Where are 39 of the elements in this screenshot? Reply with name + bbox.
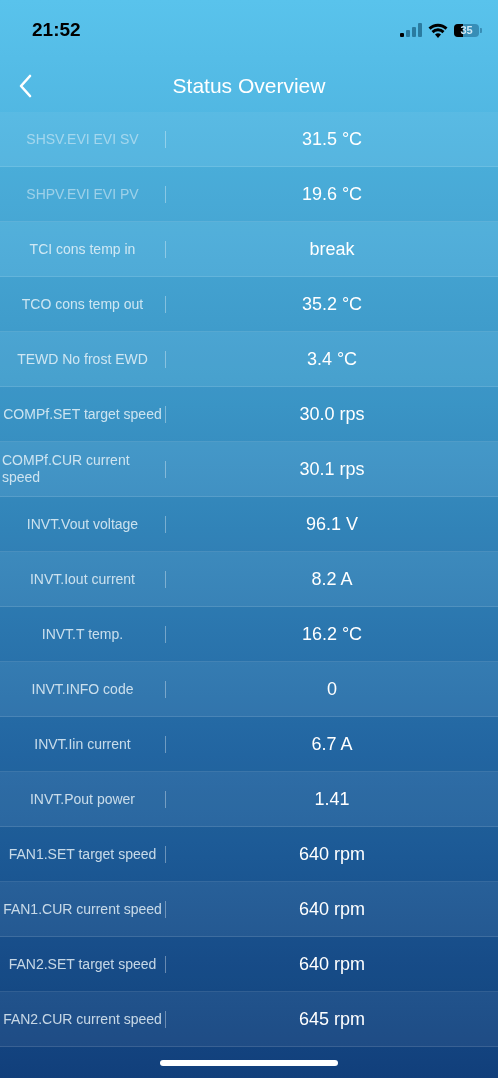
row-value: 30.1 rps bbox=[299, 458, 365, 480]
row-value: 16.2 °C bbox=[301, 623, 363, 645]
row-label: COMPf.SET target speed bbox=[3, 405, 162, 423]
row-label: INVT.Vout voltage bbox=[26, 515, 139, 533]
row-value: 19.6 °C bbox=[301, 183, 363, 205]
row-label: SHSV.EVI EVI SV bbox=[26, 130, 139, 148]
row-label: COMPf.CUR current speed bbox=[2, 452, 131, 486]
row-label: INVT.Iin current bbox=[34, 735, 131, 753]
row-value: 35.2 °C bbox=[301, 293, 363, 315]
wifi-icon bbox=[428, 22, 448, 38]
row-value: 640 rpm bbox=[298, 898, 365, 920]
row-label: TCI cons temp in bbox=[29, 240, 136, 258]
row-label: INVT.INFO code bbox=[31, 680, 134, 698]
row-value: 0 bbox=[327, 678, 337, 700]
row-value: 8.2 A bbox=[311, 568, 353, 590]
row-label: FAN2.CUR current speed bbox=[3, 1010, 162, 1028]
row-label: FAN1.CUR current speed bbox=[3, 900, 162, 918]
row-label: FAN2.SET target speed bbox=[8, 955, 157, 973]
row-value: 640 rpm bbox=[298, 953, 365, 975]
row-label: INVT.Iout current bbox=[29, 570, 135, 588]
row-value: 6.7 A bbox=[311, 733, 353, 755]
row-label: INVT.T temp. bbox=[41, 625, 124, 643]
home-indicator[interactable] bbox=[160, 1059, 338, 1066]
signal-icon bbox=[400, 23, 422, 37]
row-label: SHPV.EVI EVI PV bbox=[26, 185, 139, 203]
clock-time: 21:52 bbox=[32, 19, 81, 41]
row-value: 3.4 °C bbox=[306, 348, 358, 370]
row-value: 645 rpm bbox=[298, 1008, 365, 1030]
row-value: 640 rpm bbox=[298, 843, 365, 865]
row-value: 31.5 °C bbox=[301, 128, 363, 150]
row-value: break bbox=[309, 238, 355, 260]
page-title: Status Overview bbox=[172, 74, 326, 98]
row-label: TCO cons temp out bbox=[21, 295, 144, 313]
row-label: TEWD No frost EWD bbox=[17, 350, 148, 368]
row-value: 96.1 V bbox=[305, 513, 358, 535]
row-label: INVT.Pout power bbox=[29, 790, 136, 808]
row-value: 1.41 bbox=[314, 788, 350, 810]
row-label: FAN1.SET target speed bbox=[8, 845, 157, 863]
row-value: 30.0 rps bbox=[299, 403, 365, 425]
